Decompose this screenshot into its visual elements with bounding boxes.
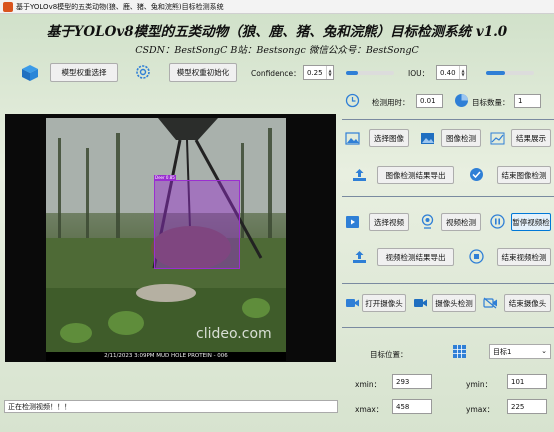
- target-count-label: 目标数量：: [472, 98, 510, 107]
- app-icon: [3, 1, 13, 12]
- webcam-icon: [420, 214, 435, 229]
- select-image-button[interactable]: 选择图像: [369, 129, 409, 147]
- confidence-slider[interactable]: [346, 71, 394, 75]
- grid-icon: [452, 344, 467, 359]
- detect-image-button[interactable]: 图像检测: [441, 129, 481, 147]
- open-camera-button[interactable]: 打开摄像头: [362, 294, 406, 312]
- pie-chart-icon: [454, 93, 469, 108]
- pause-icon: [490, 214, 505, 229]
- iou-slider-fill: [486, 71, 506, 75]
- ymin-label: ymin：: [466, 380, 493, 389]
- chevron-down-icon: ⌄: [541, 347, 547, 355]
- confidence-label: Confidence：: [251, 69, 301, 78]
- cube-icon: [21, 64, 39, 82]
- end-image-detect-button[interactable]: 结束图像检测: [497, 166, 551, 184]
- video-file-icon: [345, 215, 360, 229]
- stop-icon: [469, 249, 484, 264]
- pause-video-button[interactable]: 暂停视频检: [511, 213, 551, 231]
- ymax-field: 225: [507, 399, 547, 414]
- section-divider: [342, 196, 554, 197]
- section-divider: [342, 327, 554, 328]
- camera-detect-icon: [413, 297, 428, 309]
- xmax-field: 458: [392, 399, 432, 414]
- status-bar: 正在检测视频！！！: [4, 400, 338, 413]
- iou-label: IOU：: [408, 69, 430, 78]
- window-title: 基于YOLOv8模型的五类动物(狼、鹿、猪、兔和浣熊)目标检测系统: [16, 2, 224, 11]
- detect-video-button[interactable]: 视频检测: [441, 213, 481, 231]
- close-camera-button[interactable]: 结束摄像头: [504, 294, 551, 312]
- section-divider: [342, 119, 554, 120]
- iou-spinbox[interactable]: 0.40 ▲ ▼: [436, 65, 467, 80]
- ymin-field: 101: [507, 374, 547, 389]
- target-position-label: 目标位置：: [370, 350, 408, 359]
- camera-icon: [345, 297, 360, 309]
- xmin-field: 293: [392, 374, 432, 389]
- select-weights-button[interactable]: 模型权重选择: [50, 63, 118, 82]
- detection-label: Deer 0.85: [154, 175, 176, 180]
- export-video-result-button[interactable]: 视频检测结果导出: [377, 248, 454, 266]
- init-weights-button[interactable]: 模型权重初始化: [169, 63, 237, 82]
- confidence-spin-arrows[interactable]: ▲ ▼: [326, 66, 333, 79]
- iou-value: 0.40: [440, 68, 456, 77]
- iou-spin-arrows[interactable]: ▲ ▼: [459, 66, 466, 79]
- image-icon: [345, 132, 360, 145]
- show-result-button[interactable]: 结果展示: [511, 129, 551, 147]
- upload-icon: [352, 168, 367, 182]
- target-select-value: 目标1: [493, 347, 512, 356]
- video-frame-image: Deer 0.85 clideo.com: [46, 118, 286, 361]
- camera-off-icon: [483, 297, 498, 309]
- xmin-label: xmin：: [355, 380, 382, 389]
- line-chart-icon: [490, 132, 505, 145]
- xmax-label: xmax：: [355, 405, 384, 414]
- video-watermark: clideo.com: [196, 326, 272, 342]
- upload-icon: [352, 250, 367, 264]
- confidence-slider-fill: [346, 71, 358, 75]
- detect-time-field: 0.01: [416, 94, 443, 108]
- ymax-label: ymax：: [466, 405, 495, 414]
- clock-icon: [345, 93, 360, 108]
- iou-slider[interactable]: [486, 71, 534, 75]
- confidence-value: 0.25: [307, 68, 323, 77]
- end-video-detect-button[interactable]: 结束视频检测: [497, 248, 551, 266]
- export-image-result-button[interactable]: 图像检测结果导出: [377, 166, 454, 184]
- select-video-button[interactable]: 选择视频: [369, 213, 409, 231]
- confidence-spinbox[interactable]: 0.25 ▲ ▼: [303, 65, 334, 80]
- detection-box: [154, 180, 240, 269]
- window-titlebar: 基于YOLOv8模型的五类动物(狼、鹿、猪、兔和浣熊)目标检测系统: [0, 0, 554, 14]
- settings-icon[interactable]: [135, 64, 151, 80]
- detect-camera-button[interactable]: 摄像头检测: [432, 294, 476, 312]
- target-count-field: 1: [514, 94, 541, 108]
- section-divider: [342, 283, 554, 284]
- status-text: 正在检测视频！！！: [8, 402, 71, 411]
- detect-time-label: 检测用时：: [372, 98, 410, 107]
- image-detect-icon: [420, 132, 435, 145]
- check-circle-icon: [469, 167, 484, 182]
- target-select[interactable]: 目标1 ⌄: [489, 344, 551, 359]
- camera-timestamp: 2/11/2023 3:09PM MUD HOLE PROTEIN - 006: [46, 352, 286, 361]
- page-title: 基于YOLOv8模型的五类动物（狼、鹿、猪、兔和浣熊）目标检测系统 v1.0: [46, 24, 508, 40]
- page-subtitle: CSDN：BestSongC B站：Bestsongc 微信公众号：BestSo…: [135, 45, 419, 56]
